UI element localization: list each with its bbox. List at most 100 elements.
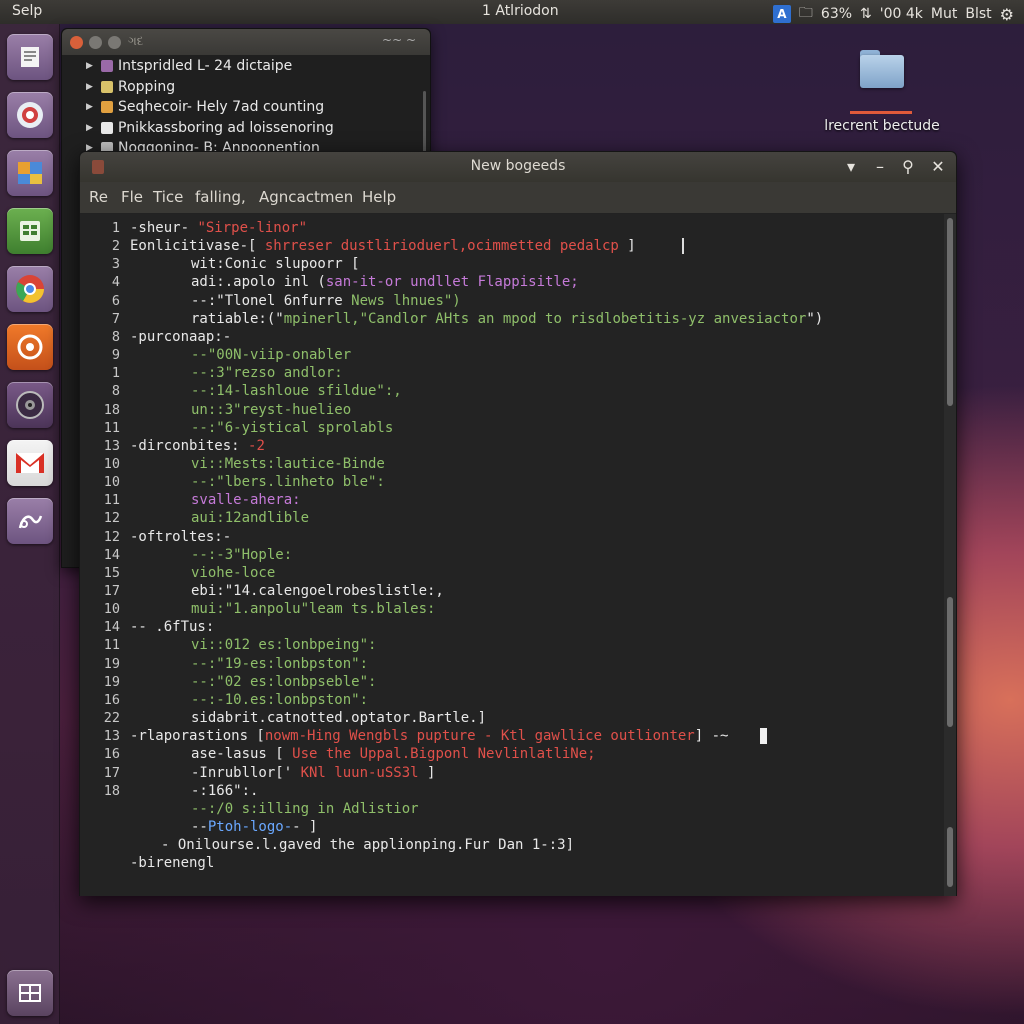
code-line[interactable]: un::3"reyst-huelieo (191, 402, 351, 418)
line-number: 8 (111, 383, 120, 400)
code-line[interactable]: sidabrit.catnotted.optator.Bartle.] (191, 710, 486, 726)
line-number: 11 (103, 637, 120, 654)
editor-scroll-thumb-lower[interactable] (947, 597, 953, 727)
code-line[interactable]: -dirconbites: -2 (130, 438, 265, 454)
bg-window-titlebar[interactable]: ગદ ~~ ~ (62, 29, 430, 55)
gmail-icon[interactable] (7, 440, 53, 486)
browser-icon[interactable] (7, 92, 53, 138)
text-editor-window[interactable]: New bogeeds ▾ – ⚲ ✕ Re Fle Tice falling,… (79, 151, 957, 896)
code-editor[interactable]: 1 -sheur- "Sirpe-linor" 2 Eonlicitivase-[ s… (80, 214, 944, 896)
gear-icon[interactable]: ⚙ (1000, 5, 1014, 24)
spreadsheet-icon[interactable] (7, 208, 53, 254)
editor-scroll-thumb[interactable] (947, 218, 953, 406)
chrome-icon[interactable] (7, 266, 53, 312)
code-line[interactable]: --:"lbers.linheto ble": (191, 474, 385, 490)
code-line[interactable]: --:14-lashloue sfildue":, (191, 383, 402, 399)
puzzle-icon (101, 81, 113, 93)
line-number: 17 (103, 583, 120, 599)
expand-arrow-icon[interactable]: ▶ (86, 123, 96, 133)
menu-help[interactable]: Help (362, 188, 396, 206)
network-status[interactable]: '00 4k (880, 6, 923, 22)
code-line[interactable]: aui:12andlible (191, 510, 309, 526)
code-token: -2 (248, 437, 265, 454)
editor-scroll-thumb-bottom[interactable] (947, 827, 953, 887)
code-line[interactable]: --:-3"Hople: (191, 547, 292, 563)
code-line[interactable]: -birenengl (130, 855, 214, 871)
minimize-icon[interactable]: – (869, 157, 891, 176)
code-line[interactable]: --:"19-es:lonbpston": (191, 656, 368, 672)
code-line[interactable]: Eonlicitivase-[ shrreser dustlirioduerl,… (130, 238, 636, 254)
ubuntu-one-icon[interactable] (7, 324, 53, 370)
tree-item-label: Pnikkassboring ad loissenoring (118, 120, 334, 136)
tree-item[interactable]: ▶ Intspridled L- 24 dictaipe (86, 56, 292, 76)
code-token: un::3"reyst-huelieo (191, 401, 352, 418)
battery-icon[interactable]: 🗀 (799, 2, 813, 26)
expand-arrow-icon[interactable]: ▶ (86, 82, 96, 92)
editor-titlebar[interactable]: New bogeeds ▾ – ⚲ ✕ (80, 152, 956, 182)
code-token: ase-lasus [ (191, 746, 293, 763)
code-line[interactable]: ebi:"14.calengoelrobeslistle:, (191, 583, 444, 599)
code-line[interactable]: --"00N-viip-onabler (191, 347, 351, 363)
expand-arrow-icon[interactable]: ▶ (86, 102, 96, 112)
code-line[interactable]: vi::012 es:lonbpeing": (191, 637, 376, 653)
code-line[interactable]: ase-lasus [ Use the Uppal.Bigponl Nevlin… (191, 746, 596, 762)
menu-tice[interactable]: Tice (153, 188, 183, 206)
code-line[interactable]: --:/0 s:illing in Adlistior (191, 801, 419, 817)
code-line[interactable]: -:166":. (191, 783, 258, 799)
code-line[interactable]: --Ptoh-logo-- ] (191, 819, 317, 835)
code-token: -purconaap:- (130, 328, 232, 345)
code-line[interactable]: - Onilourse.l.gaved the applionping.Fur … (161, 837, 574, 853)
code-line[interactable]: -sheur- "Sirpe-linor" (130, 220, 307, 236)
code-line[interactable]: mui:"1.anpolu"leam ts.blales: (191, 601, 435, 617)
line-number: 12 (103, 510, 120, 527)
code-line[interactable]: --:3"rezso andlor: (191, 365, 343, 381)
code-line[interactable]: -- .6fTus: (130, 619, 214, 635)
desktop-folder-label[interactable]: lrecrent bectude (820, 118, 944, 134)
search-icon[interactable]: ⚲ (897, 157, 919, 176)
code-line[interactable]: --:"Tlonel 6nfurre News lhnues") (191, 293, 461, 309)
battery-percent[interactable]: 63% (821, 6, 852, 22)
line-number: 11 (103, 419, 120, 436)
menu-file[interactable]: Fle (121, 188, 143, 206)
desktop-folder-icon[interactable] (852, 46, 912, 96)
code-line[interactable]: --:-10.es:lonbpston": (191, 692, 368, 708)
menu-falling[interactable]: falling, (195, 188, 246, 206)
expand-arrow-icon[interactable]: ▶ (86, 61, 96, 71)
code-line[interactable]: -rlaporastions [nowm-Hing Wengbls puptur… (130, 728, 728, 744)
code-line[interactable]: -Inrubllor[' KNl luun-uSS3l ] (191, 765, 435, 781)
network-icon[interactable]: ⇅ (860, 6, 872, 22)
code-line[interactable]: viohe-loce (191, 565, 275, 581)
minimize-button[interactable] (89, 36, 102, 49)
code-line[interactable]: ratiable:("mpinerll,"Candlor AHts an mpo… (191, 311, 823, 327)
keyboard-layout-indicator[interactable]: A (772, 5, 791, 23)
code-line[interactable]: wit:Conic slupoorr [ (191, 256, 360, 272)
line-number: 8 (111, 328, 120, 345)
window-menu-icon[interactable]: ▾ (840, 157, 862, 176)
software-center-icon[interactable] (7, 150, 53, 196)
bg-window-toolbar[interactable]: ~~ ~ (382, 33, 416, 47)
code-line[interactable]: --:"02 es:lonbpseble": (191, 674, 376, 690)
menu-agncactmen[interactable]: Agncactmen (259, 188, 353, 206)
menu-re[interactable]: Re (89, 188, 108, 206)
line-number: 18 (103, 401, 120, 418)
user-name[interactable]: Blst (965, 6, 991, 22)
tree-item[interactable]: ▶ Pnikkassboring ad loissenoring (86, 118, 334, 138)
tree-item[interactable]: ▶ Ropping (86, 77, 175, 97)
script-icon[interactable] (7, 498, 53, 544)
clock[interactable]: 1 Atlriodon (482, 3, 559, 19)
close-button[interactable] (70, 36, 83, 49)
disc-icon[interactable] (7, 382, 53, 428)
code-line[interactable]: adi:.apolo inl (san-it-or undllet Flappi… (191, 274, 579, 290)
workspace-icon[interactable] (7, 970, 53, 1016)
close-icon[interactable]: ✕ (927, 157, 949, 176)
tree-item[interactable]: ▶ Seqhecoir- Hely 7ad counting (86, 97, 324, 117)
code-line[interactable]: vi::Mests:lautice-Binde (191, 456, 385, 472)
maximize-button[interactable] (108, 36, 121, 49)
app-menu-title[interactable]: Selp (12, 3, 42, 19)
code-line[interactable]: svalle-ahera: (191, 492, 301, 508)
volume-status[interactable]: Mut (931, 6, 957, 22)
code-line[interactable]: --:"6-yistical sprolabls (191, 420, 393, 436)
files-icon[interactable] (7, 34, 53, 80)
code-line[interactable]: -purconaap:- (130, 329, 231, 345)
code-line[interactable]: -oftroltes:- (130, 529, 231, 545)
